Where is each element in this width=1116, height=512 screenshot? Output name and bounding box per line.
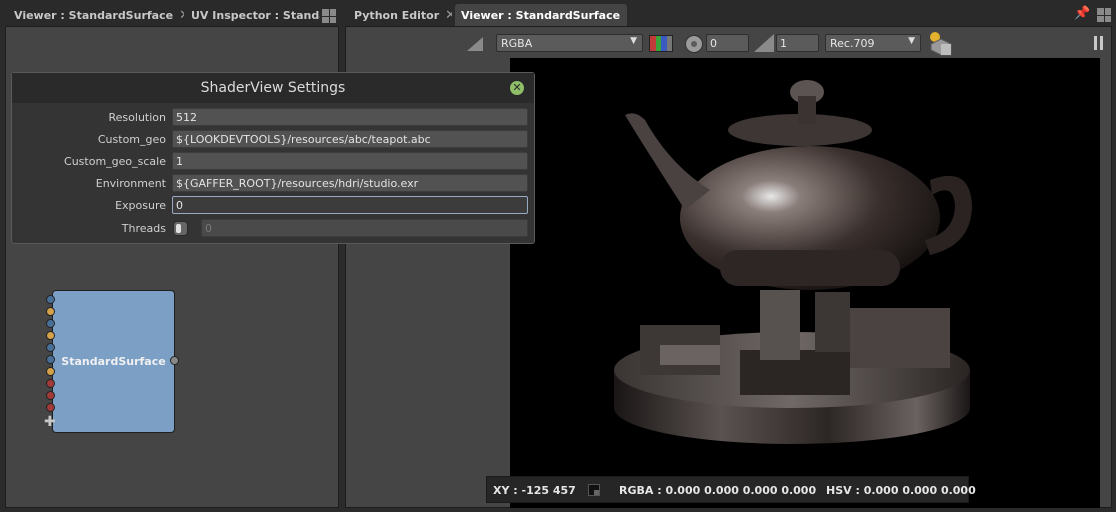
gamma-icon — [754, 34, 774, 52]
setting-row-resolution: Resolution 512 — [12, 108, 534, 128]
channel-select-value: RGBA — [501, 37, 533, 50]
shapes-icon[interactable] — [927, 31, 953, 57]
input-plug[interactable] — [46, 295, 55, 304]
setting-label: Custom_geo — [97, 133, 166, 146]
tab-viewer-left[interactable]: Viewer : StandardSurface ✕ — [8, 4, 184, 26]
pixel-info-bar: XY : -125 457 RGBA : 0.000 0.000 0.000 0… — [486, 476, 976, 503]
custom-geo-field[interactable]: ${LOOKDEVTOOLS}/resources/abc/teapot.abc — [172, 130, 528, 148]
close-icon[interactable]: ✕ — [510, 81, 524, 95]
chevron-down-icon: ▼ — [908, 36, 915, 46]
standard-surface-node[interactable]: StandardSurface — [52, 290, 175, 433]
exposure-value: 0 — [710, 37, 717, 50]
setting-row-custom-geo: Custom_geo ${LOOKDEVTOOLS}/resources/abc… — [12, 130, 534, 150]
setting-label: Custom_geo_scale — [64, 155, 166, 168]
resolution-field[interactable]: 512 — [172, 108, 528, 126]
left-tab-bar: Viewer : StandardSurface ✕ UV Inspector … — [0, 0, 340, 26]
close-icon[interactable]: ✕ — [445, 8, 452, 23]
threads-field: 0 — [201, 219, 528, 237]
setting-row-threads: Threads 0 — [12, 219, 534, 239]
gamma-field[interactable]: 1 — [776, 34, 819, 52]
input-plug[interactable] — [46, 391, 55, 400]
shaderview-settings-dialog: ShaderView Settings ✕ Resolution 512 Cus… — [11, 72, 535, 244]
display-transform-value: Rec.709 — [830, 37, 875, 50]
close-icon[interactable]: ✕ — [179, 8, 184, 23]
input-plug[interactable] — [46, 319, 55, 328]
chevron-down-icon: ▼ — [630, 36, 637, 46]
input-plug[interactable] — [46, 379, 55, 388]
color-channels-icon[interactable] — [649, 35, 673, 52]
pause-icon[interactable] — [1094, 36, 1104, 50]
dialog-title: ShaderView Settings — [12, 73, 534, 103]
threads-toggle[interactable] — [173, 221, 188, 236]
setting-row-custom-geo-scale: Custom_geo_scale 1 — [12, 152, 534, 172]
input-plug[interactable] — [46, 307, 55, 316]
close-icon[interactable]: ✕ — [626, 8, 627, 23]
setting-label: Resolution — [108, 111, 166, 124]
gamma-value: 1 — [780, 37, 787, 50]
input-plug[interactable] — [46, 355, 55, 364]
tab-viewer-right[interactable]: Viewer : StandardSurface ✕ — [455, 4, 627, 26]
setting-row-exposure: Exposure 0 — [12, 196, 534, 216]
tab-uv-inspector[interactable]: UV Inspector : StandardSurface — [185, 4, 320, 26]
input-plug[interactable] — [46, 367, 55, 376]
environment-field[interactable]: ${GAFFER_ROOT}/resources/hdri/studio.exr — [172, 174, 528, 192]
input-plug[interactable] — [46, 331, 55, 340]
setting-label: Environment — [95, 177, 166, 190]
color-swatch-icon — [588, 484, 600, 496]
right-tab-bar: Python Editor ✕ Viewer : StandardSurface… — [340, 0, 1116, 26]
exposure-icon — [685, 35, 703, 53]
exposure-input[interactable]: 0 — [172, 196, 528, 214]
input-plug[interactable] — [46, 403, 55, 412]
pin-icon[interactable]: 📌 — [1074, 6, 1090, 21]
display-transform-select[interactable]: Rec.709 ▼ — [825, 34, 921, 52]
teapot-render — [614, 80, 972, 444]
add-plug-icon[interactable]: ✚ — [44, 414, 56, 430]
layout-icon[interactable] — [1097, 8, 1111, 22]
setting-row-environment: Environment ${GAFFER_ROOT}/resources/hdr… — [12, 174, 534, 194]
hsv-readout: HSV : 0.000 0.000 0.000 — [826, 484, 976, 497]
tab-label: Viewer : StandardSurface — [14, 8, 174, 22]
node-label: StandardSurface — [61, 355, 166, 368]
output-plug[interactable] — [170, 356, 179, 365]
setting-label: Threads — [121, 222, 166, 235]
tab-label: Viewer : StandardSurface — [461, 8, 621, 22]
layout-icon[interactable] — [322, 9, 336, 23]
xy-readout: XY : -125 457 — [493, 484, 576, 497]
channel-select[interactable]: RGBA ▼ — [496, 34, 643, 52]
rgba-readout: RGBA : 0.000 0.000 0.000 0.000 — [619, 484, 817, 497]
wedge-icon — [467, 37, 483, 51]
tab-label: Python Editor — [354, 8, 440, 22]
tab-label: UV Inspector : StandardSurface — [191, 8, 320, 22]
tab-python-editor[interactable]: Python Editor ✕ — [348, 4, 452, 26]
input-plug[interactable] — [46, 343, 55, 352]
custom-geo-scale-field[interactable]: 1 — [172, 152, 528, 170]
exposure-field[interactable]: 0 — [706, 34, 749, 52]
setting-label: Exposure — [115, 199, 166, 212]
